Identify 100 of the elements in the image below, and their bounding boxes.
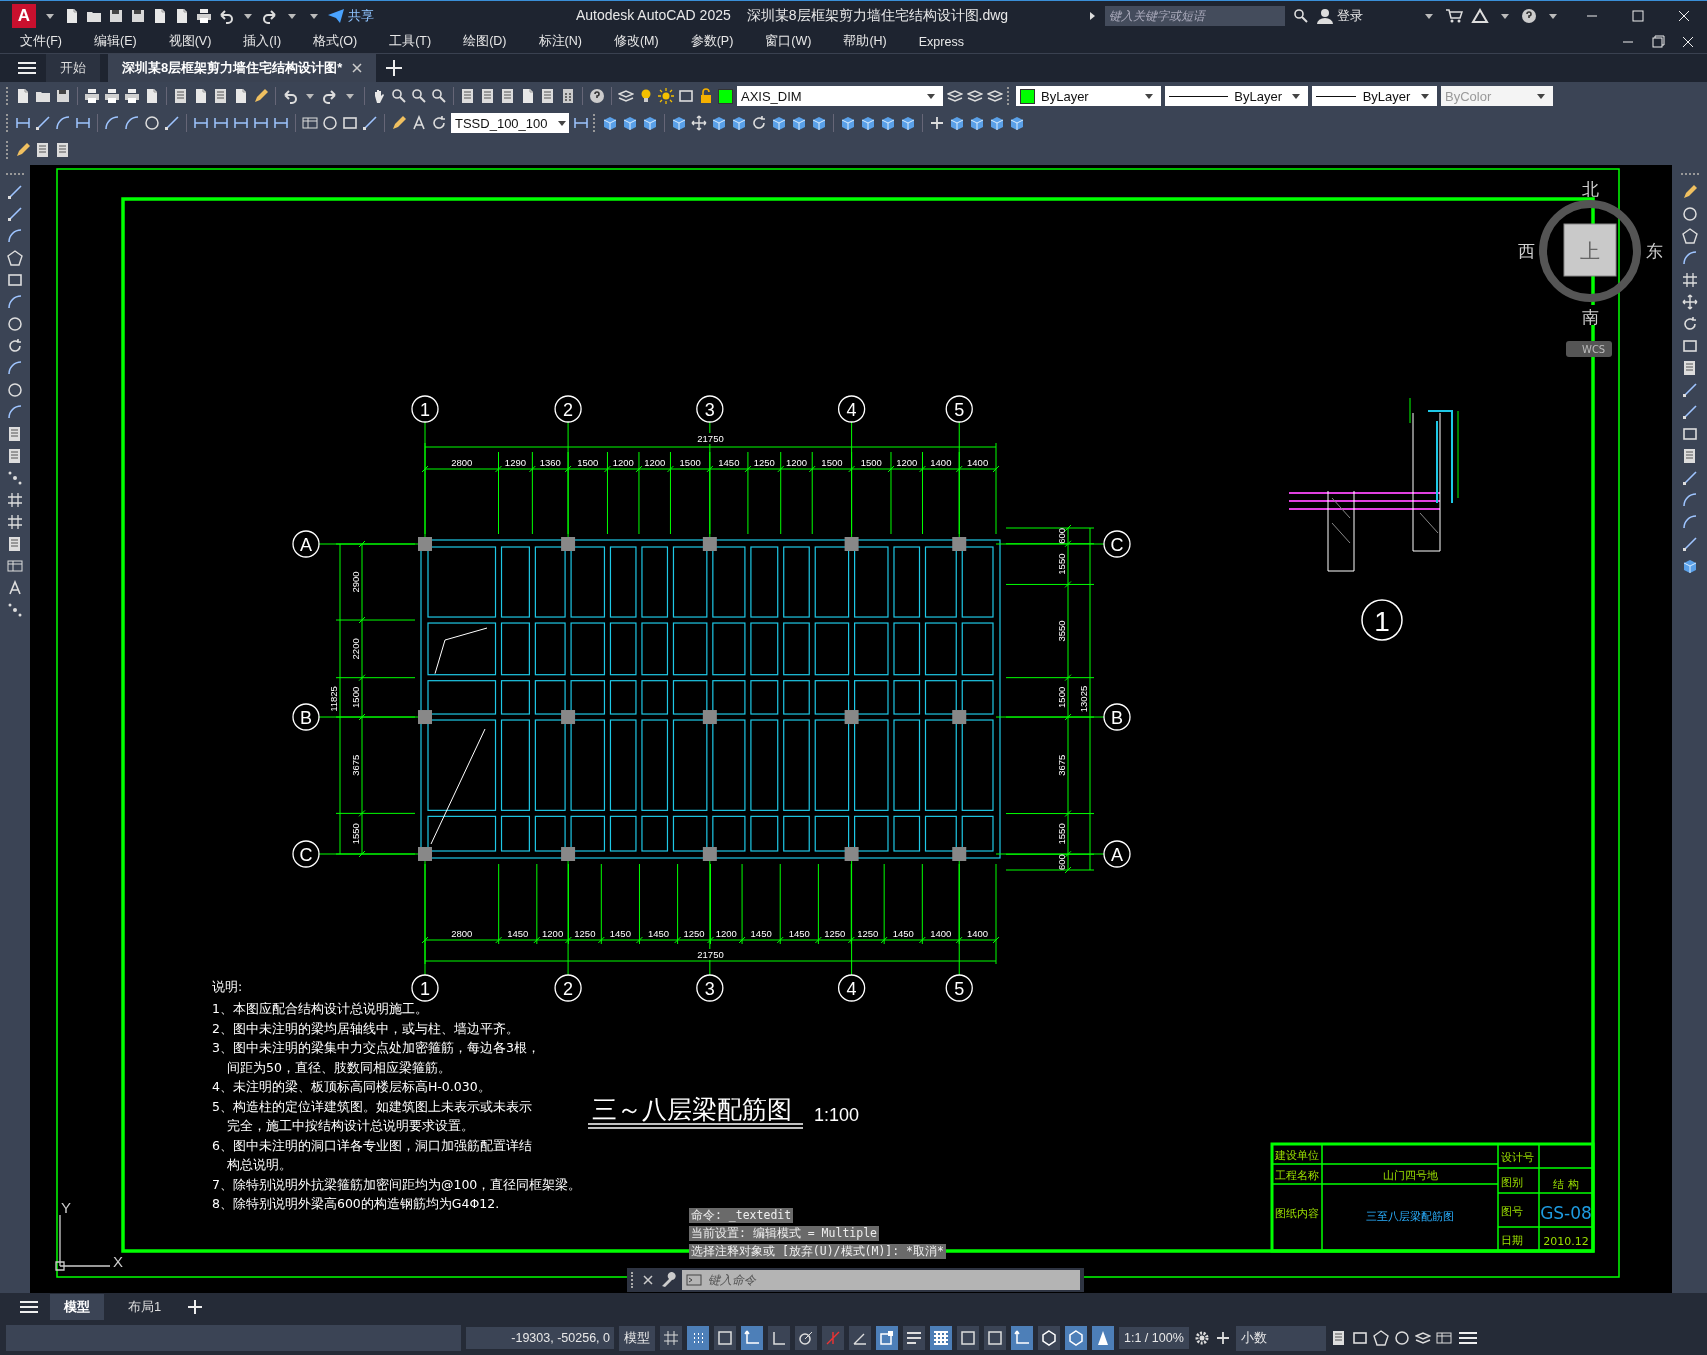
cube-icon[interactable] — [771, 115, 787, 132]
arc-icon[interactable] — [104, 115, 120, 132]
arc-icon[interactable] — [55, 115, 71, 132]
grid-icon[interactable] — [7, 513, 23, 530]
cube-icon[interactable] — [880, 115, 896, 132]
circle-icon[interactable] — [322, 115, 338, 132]
line-icon[interactable] — [1681, 535, 1698, 552]
circle-icon[interactable] — [7, 315, 23, 332]
undo-icon[interactable] — [282, 88, 298, 105]
document-icon[interactable] — [15, 88, 31, 105]
text-icon[interactable] — [411, 115, 427, 132]
search-field[interactable]: 键入关键字或短语 — [1105, 6, 1285, 27]
menu-icon[interactable] — [16, 59, 38, 76]
move-icon[interactable] — [691, 115, 707, 132]
units-dropdown[interactable]: 小数 — [1235, 1325, 1326, 1351]
menu-item[interactable]: 绘图(D) — [447, 33, 523, 51]
expand-icon[interactable] — [1089, 11, 1097, 22]
cube-icon[interactable] — [711, 115, 727, 132]
sun-icon[interactable] — [658, 88, 674, 105]
layers-icon[interactable] — [987, 88, 1003, 105]
zoom-icon[interactable] — [391, 88, 407, 105]
add-tab-icon[interactable] — [384, 57, 405, 78]
sheet-icon[interactable] — [540, 88, 556, 105]
text-icon[interactable] — [7, 579, 23, 596]
sheet-icon[interactable] — [1681, 359, 1698, 376]
rotate-icon[interactable] — [7, 337, 23, 354]
status-toggle[interactable] — [930, 1326, 952, 1351]
printer-icon[interactable] — [124, 88, 140, 105]
undo-icon[interactable] — [218, 8, 234, 25]
point-icon[interactable] — [7, 469, 23, 486]
status-toggle[interactable] — [903, 1326, 925, 1351]
cube-icon[interactable] — [840, 115, 856, 132]
layers-icon[interactable] — [1414, 1330, 1431, 1347]
sheet-icon[interactable] — [460, 88, 476, 105]
status-toggle[interactable] — [1011, 1326, 1033, 1351]
rectangle-icon[interactable] — [678, 88, 694, 105]
arc-icon[interactable] — [7, 227, 23, 244]
arc-icon[interactable] — [7, 359, 23, 376]
cube-icon[interactable] — [642, 115, 658, 132]
menu-icon[interactable] — [18, 1299, 40, 1316]
rotate-icon[interactable] — [751, 115, 767, 132]
status-toggle[interactable] — [849, 1326, 871, 1351]
rotate-icon[interactable] — [431, 115, 447, 132]
pencil-icon[interactable] — [253, 88, 269, 105]
view-cube[interactable] — [1563, 223, 1617, 277]
sheet-icon[interactable] — [500, 88, 516, 105]
document-icon[interactable] — [193, 88, 209, 105]
cube-icon[interactable] — [949, 115, 965, 132]
document-icon[interactable] — [520, 88, 536, 105]
cube-icon[interactable] — [791, 115, 807, 132]
document-icon[interactable] — [144, 88, 160, 105]
sheet-icon[interactable] — [1330, 1330, 1347, 1347]
settings-icon[interactable] — [1193, 1330, 1210, 1347]
sign-in-button[interactable]: 登录 — [1317, 7, 1363, 26]
status-toggle[interactable] — [714, 1326, 736, 1351]
pencil-icon[interactable] — [1681, 183, 1698, 200]
rotate-icon[interactable] — [1681, 315, 1698, 332]
cube-icon[interactable] — [1681, 557, 1698, 574]
line-icon[interactable] — [1681, 403, 1698, 420]
document-icon[interactable] — [174, 8, 190, 25]
arc-icon[interactable] — [1681, 513, 1698, 530]
line-icon[interactable] — [35, 115, 51, 132]
printer-icon[interactable] — [84, 88, 100, 105]
cube-icon[interactable] — [731, 115, 747, 132]
linetype-dropdown[interactable]: ByLayer — [1165, 86, 1308, 107]
menu-item[interactable]: 窗口(W) — [749, 33, 828, 51]
layers-icon[interactable] — [947, 88, 963, 105]
line-icon[interactable] — [362, 115, 378, 132]
status-toggle[interactable] — [768, 1326, 790, 1351]
polygon-icon[interactable] — [7, 249, 23, 266]
compass-label[interactable]: 北 — [1581, 178, 1599, 199]
cube-icon[interactable] — [989, 115, 1005, 132]
status-toggle[interactable] — [741, 1326, 763, 1351]
color-dropdown[interactable]: ByLayer — [1016, 86, 1161, 107]
ucs-badge[interactable] — [1566, 340, 1612, 357]
cube-icon[interactable] — [622, 115, 638, 132]
move-icon[interactable] — [1681, 293, 1698, 310]
compass-ring[interactable] — [1539, 199, 1641, 302]
redo-icon[interactable] — [262, 8, 278, 25]
file-tab[interactable]: 深圳某8层框架剪力墙住宅结构设计图* — [108, 53, 377, 82]
close-icon[interactable] — [352, 62, 363, 73]
menu-item[interactable]: 帮助(H) — [827, 33, 903, 51]
pencil-icon[interactable] — [391, 115, 407, 132]
sheet-icon[interactable] — [7, 447, 23, 464]
layers-icon[interactable] — [618, 88, 634, 105]
grid-icon[interactable] — [1681, 271, 1698, 288]
line-icon[interactable] — [1681, 469, 1698, 486]
menu-item[interactable]: 格式(O) — [297, 33, 374, 51]
status-toggle[interactable] — [687, 1326, 709, 1351]
status-toggle[interactable] — [1092, 1326, 1114, 1351]
printer-icon[interactable] — [104, 88, 120, 105]
save-icon[interactable] — [55, 88, 71, 105]
coordinates-readout[interactable]: -19303, -50256, 0 — [466, 1327, 614, 1350]
wrench-icon[interactable] — [660, 1271, 676, 1288]
compass-label[interactable]: 西 — [1517, 240, 1535, 261]
arc-icon[interactable] — [7, 293, 23, 310]
calculator-icon[interactable] — [560, 88, 576, 105]
table-icon[interactable] — [302, 115, 318, 132]
rectangle-icon[interactable] — [1681, 337, 1698, 354]
app-logo[interactable]: A — [12, 4, 36, 29]
